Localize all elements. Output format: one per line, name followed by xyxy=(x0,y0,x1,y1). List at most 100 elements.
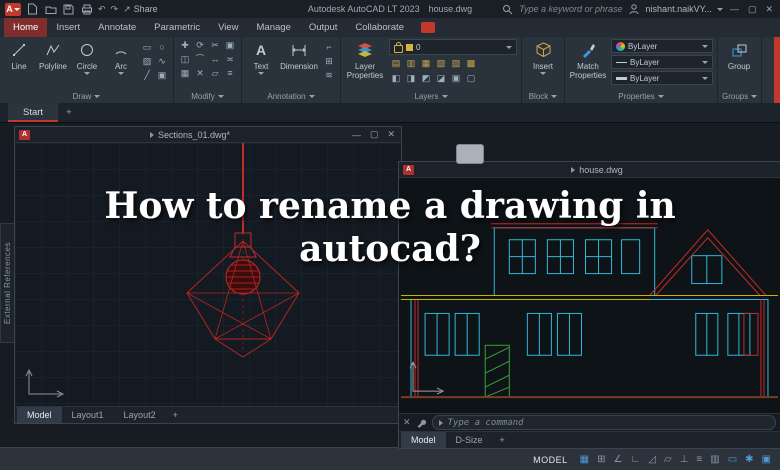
redo-icon[interactable]: ↷ xyxy=(111,4,119,14)
arc-tool-button[interactable]: Arc xyxy=(106,39,136,76)
layer-walk-icon[interactable]: ◨ xyxy=(404,72,418,85)
maximize-button[interactable]: ▢ xyxy=(746,4,759,15)
model-tab[interactable]: Model xyxy=(17,407,62,423)
external-references-panel-tab[interactable]: External References xyxy=(0,223,15,343)
user-name[interactable]: nishant.naikVY... xyxy=(646,4,712,14)
sections-window-title-bar[interactable]: A Sections_01.dwg* — ▢ ✕ xyxy=(15,127,401,143)
ribbon-tab-output[interactable]: Output xyxy=(300,18,347,37)
lineweight-dropdown[interactable]: ByLayer xyxy=(611,71,713,85)
stretch-icon[interactable]: ↔ xyxy=(208,53,222,66)
ribbon-tab-view[interactable]: View xyxy=(209,18,247,37)
group-button[interactable]: Group xyxy=(722,39,756,71)
line-tool-button[interactable]: Line xyxy=(4,39,34,71)
panel-label-block[interactable]: Block xyxy=(526,90,560,103)
rotate-icon[interactable]: ⟳ xyxy=(193,39,207,52)
layer-off-icon[interactable]: ▤ xyxy=(389,57,403,70)
undo-icon[interactable]: ↶ xyxy=(98,4,106,14)
layer-on-all-icon[interactable]: ▢ xyxy=(464,72,478,85)
snap-icon[interactable]: ⊞ xyxy=(597,455,605,465)
copy-icon[interactable]: ▣ xyxy=(223,39,237,52)
infer-constraints-icon[interactable]: ∠ xyxy=(614,455,623,465)
layer-match-icon[interactable]: ▧ xyxy=(434,57,448,70)
ribbon-tab-home[interactable]: Home xyxy=(4,18,48,37)
grid-icon[interactable]: ▦ xyxy=(580,455,589,465)
layer-delete-icon[interactable]: ◪ xyxy=(434,72,448,85)
sections-canvas[interactable] xyxy=(15,143,401,406)
start-tab[interactable]: Start xyxy=(8,103,59,122)
layer-previous-icon[interactable]: ◧ xyxy=(389,72,403,85)
text-tool-button[interactable]: A Text xyxy=(246,39,276,76)
dimension-tool-button[interactable]: Dimension xyxy=(280,39,318,71)
erase-icon[interactable]: ✕ xyxy=(193,67,207,80)
search-icon[interactable] xyxy=(501,3,514,16)
new-layout-tab-button[interactable]: + xyxy=(166,407,185,423)
construction-line-icon[interactable]: ╱ xyxy=(140,69,154,82)
ellipse-icon[interactable]: ○ xyxy=(155,41,169,54)
new-layout-tab-button[interactable]: + xyxy=(493,432,512,448)
command-input[interactable]: Type a command xyxy=(448,418,524,428)
sections-maximize-button[interactable]: ▢ xyxy=(368,129,381,140)
transparency-icon[interactable]: ▥ xyxy=(710,455,719,465)
workspace-switch-icon[interactable]: ▣ xyxy=(762,455,771,465)
insert-block-button[interactable]: Insert xyxy=(526,39,560,76)
fillet-icon[interactable]: ⌒ xyxy=(193,53,207,66)
object-snap-icon[interactable]: ⊥ xyxy=(680,455,689,465)
selection-cycling-icon[interactable]: ▭ xyxy=(728,455,737,465)
array-icon[interactable]: ▦ xyxy=(178,67,192,80)
wrench-icon[interactable] xyxy=(415,416,428,429)
layout1-tab[interactable]: Layout1 xyxy=(62,407,114,423)
spline-icon[interactable]: ∿ xyxy=(155,55,169,68)
sections-minimize-button[interactable]: — xyxy=(350,130,363,140)
offset-icon[interactable]: ▱ xyxy=(208,67,222,80)
region-icon[interactable]: ▣ xyxy=(155,69,169,82)
layer-freeze-all-icon[interactable]: ▣ xyxy=(449,72,463,85)
layer-unisolate-icon[interactable]: ▩ xyxy=(464,57,478,70)
print-icon[interactable] xyxy=(80,3,93,16)
command-close-icon[interactable]: ✕ xyxy=(403,418,411,427)
ribbon-tab-parametric[interactable]: Parametric xyxy=(145,18,209,37)
panel-label-layers[interactable]: Layers xyxy=(345,90,517,103)
autocad-logo-icon[interactable]: A xyxy=(5,2,21,16)
save-icon[interactable] xyxy=(62,3,75,16)
red-accent-button[interactable] xyxy=(420,22,435,33)
linetype-dropdown[interactable]: ByLayer xyxy=(611,55,713,69)
hatch-icon[interactable]: ▨ xyxy=(140,55,154,68)
ribbon-tab-annotate[interactable]: Annotate xyxy=(89,18,145,37)
house-canvas[interactable] xyxy=(399,178,780,413)
match-properties-button[interactable]: Match Properties xyxy=(569,39,607,80)
annotation-scale-icon[interactable]: ✱ xyxy=(745,455,753,465)
leader-icon[interactable]: ⌐ xyxy=(322,41,336,54)
layer-isolate-icon[interactable]: ▨ xyxy=(449,57,463,70)
chevron-down-icon[interactable] xyxy=(716,7,723,11)
scale-icon[interactable]: ≍ xyxy=(223,53,237,66)
ortho-icon[interactable]: ∟ xyxy=(630,455,640,465)
sections-close-button[interactable]: ✕ xyxy=(385,129,397,140)
isodraft-icon[interactable]: ▱ xyxy=(664,455,672,465)
new-drawing-tab-button[interactable]: + xyxy=(58,103,80,122)
d-size-tab[interactable]: D-Size xyxy=(446,432,493,448)
mirror-icon[interactable]: ◫ xyxy=(178,53,192,66)
panel-label-annotation[interactable]: Annotation xyxy=(246,90,336,103)
panel-label-groups[interactable]: Groups xyxy=(722,90,758,103)
lineweight-icon[interactable]: ≡ xyxy=(696,455,702,465)
command-input-field[interactable]: Type a command xyxy=(431,415,776,430)
panel-label-draw[interactable]: Draw xyxy=(4,90,169,103)
object-color-dropdown[interactable]: ByLayer xyxy=(611,39,713,53)
layout2-tab[interactable]: Layout2 xyxy=(114,407,166,423)
circle-tool-button[interactable]: Circle xyxy=(72,39,102,76)
close-button[interactable]: ✕ xyxy=(763,4,775,15)
layer-merge-icon[interactable]: ◩ xyxy=(419,72,433,85)
table-icon[interactable]: ⊞ xyxy=(322,55,336,68)
open-file-icon[interactable] xyxy=(44,3,57,16)
layer-freeze-icon[interactable]: ▥ xyxy=(404,57,418,70)
model-tab[interactable]: Model xyxy=(401,432,446,448)
house-window-title-bar[interactable]: A house.dwg xyxy=(399,162,780,178)
trim-icon[interactable]: ✂ xyxy=(208,39,222,52)
search-input[interactable]: Type a keyword or phrase xyxy=(519,4,622,14)
ribbon-tab-insert[interactable]: Insert xyxy=(47,18,89,37)
ribbon-tab-manage[interactable]: Manage xyxy=(248,18,300,37)
ribbon-tab-collaborate[interactable]: Collaborate xyxy=(346,18,413,37)
layer-lock-icon[interactable]: ▦ xyxy=(419,57,433,70)
panel-label-properties[interactable]: Properties xyxy=(569,90,713,103)
share-button[interactable]: ↗ Share xyxy=(123,4,158,14)
